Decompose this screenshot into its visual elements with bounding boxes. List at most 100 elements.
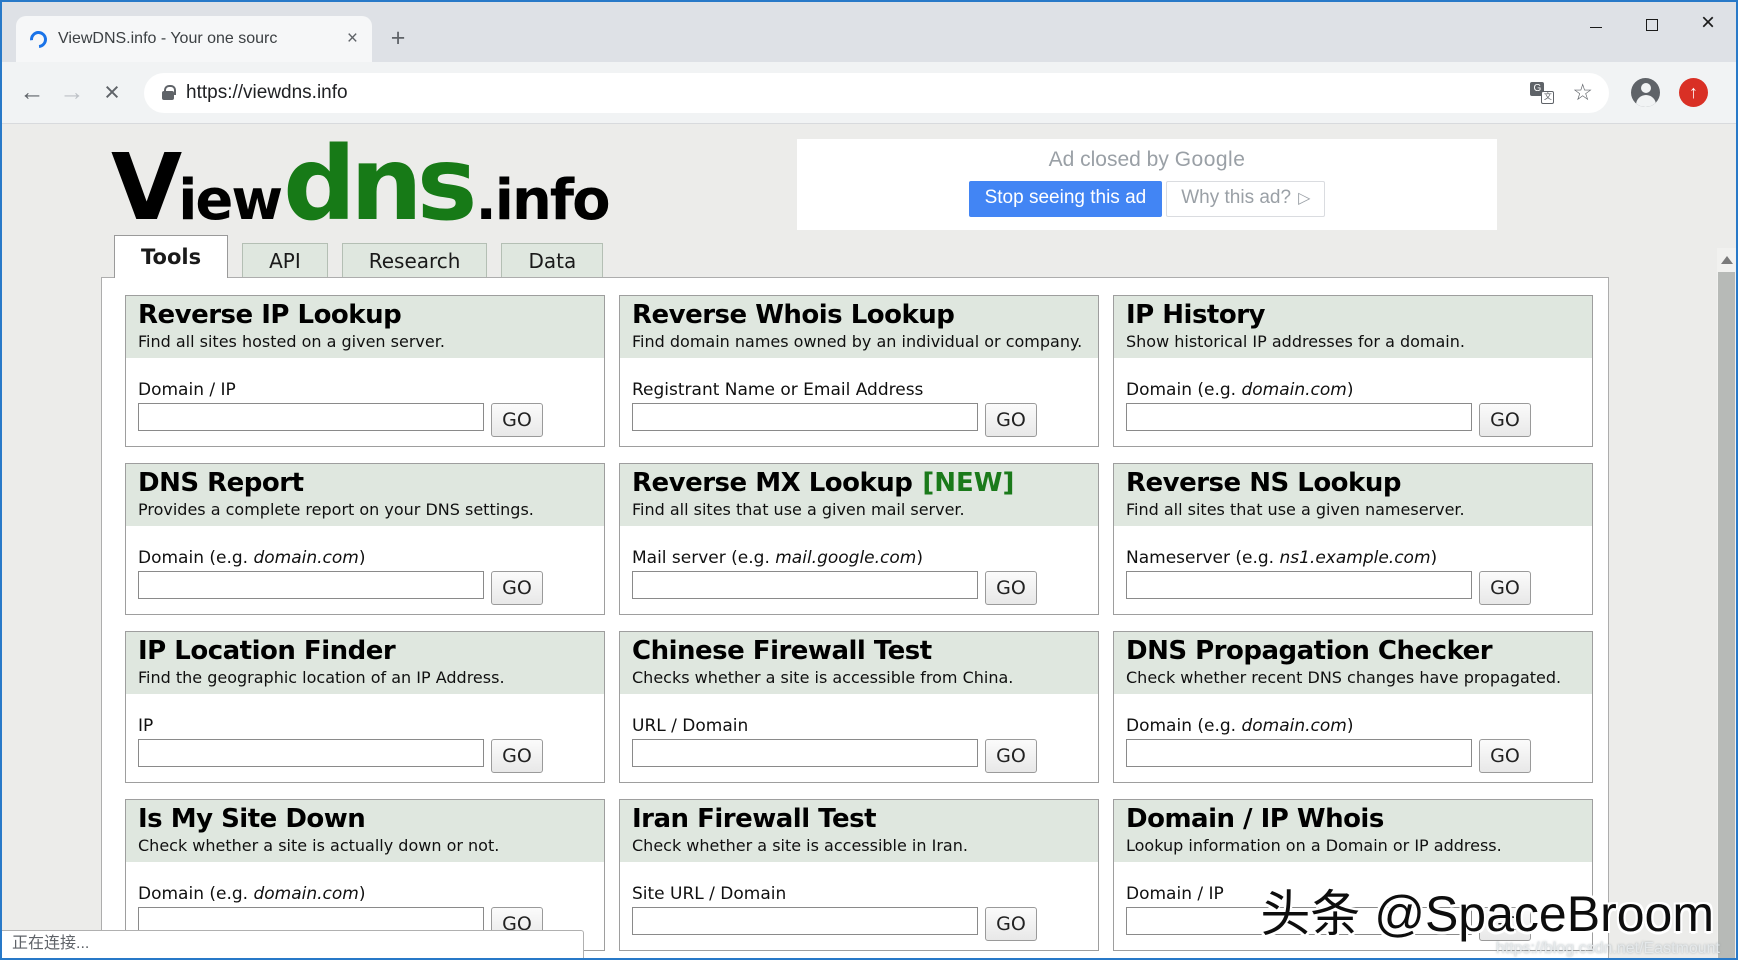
go-button[interactable]: GO	[491, 739, 543, 773]
tool-subtitle: Checks whether a site is accessible from…	[632, 668, 1086, 687]
browser-tab[interactable]: ViewDNS.info - Your one sourc ×	[16, 16, 372, 62]
bookmark-star-icon[interactable]: ☆	[1572, 79, 1593, 106]
label-prefix: Domain (e.g.	[138, 548, 253, 568]
tool-input-label: Registrant Name or Email Address	[632, 380, 1086, 400]
go-button[interactable]: GO	[985, 907, 1037, 941]
tool-card-body: Domain (e.g. domain.com) GO	[126, 548, 604, 605]
tab-tools[interactable]: Tools	[114, 235, 228, 278]
go-button[interactable]: GO	[491, 403, 543, 437]
label-example: domain.com	[1241, 380, 1346, 400]
tool-title: Iran Firewall Test	[632, 804, 876, 834]
label-prefix: Domain (e.g.	[1126, 716, 1241, 736]
label-prefix: Mail server (e.g.	[632, 548, 775, 568]
tools-panel: Reverse IP Lookup Find all sites hosted …	[101, 277, 1609, 960]
tool-card: Is My Site Down Check whether a site is …	[125, 799, 605, 951]
tool-subtitle: Provides a complete report on your DNS s…	[138, 500, 592, 519]
go-button[interactable]: GO	[985, 403, 1037, 437]
go-button[interactable]: GO	[1479, 739, 1531, 773]
tool-title: Reverse IP Lookup	[138, 300, 401, 330]
label-example: domain.com	[1241, 716, 1346, 736]
google-brand-text: Google	[1175, 148, 1246, 171]
ad-closed-text: Ad closed by Google	[797, 148, 1497, 172]
tool-input[interactable]	[1126, 739, 1472, 767]
tool-input-label: Site URL / Domain	[632, 884, 1086, 904]
back-button[interactable]: ←	[12, 78, 52, 107]
tab-research[interactable]: Research	[342, 243, 488, 278]
new-tab-button[interactable]: +	[384, 24, 412, 52]
tool-input-label: Domain (e.g. domain.com)	[1126, 380, 1580, 400]
tool-card-header: IP History Show historical IP addresses …	[1114, 296, 1592, 358]
tool-card-header: Reverse MX Lookup[NEW] Find all sites th…	[620, 464, 1098, 526]
tool-card-body: Domain (e.g. domain.com) GO	[1114, 716, 1592, 773]
translate-icon[interactable]: G 文	[1530, 82, 1554, 104]
label-prefix: Site URL / Domain	[632, 884, 786, 904]
label-example: domain.com	[253, 548, 358, 568]
go-button[interactable]: GO	[985, 739, 1037, 773]
label-suffix: )	[916, 548, 923, 568]
scrollbar-thumb[interactable]	[1718, 272, 1735, 960]
tool-card-body: Domain / IP GO	[126, 380, 604, 437]
tool-subtitle: Find all sites that use a given nameserv…	[1126, 500, 1580, 519]
go-button[interactable]: GO	[1479, 571, 1531, 605]
adchoices-icon: ▷	[1298, 188, 1310, 208]
tool-card: Reverse Whois Lookup Find domain names o…	[619, 295, 1099, 447]
site-tab-bar: Tools API Research Data	[114, 235, 603, 278]
profile-avatar-icon[interactable]	[1631, 78, 1660, 107]
browser-tabstrip: ViewDNS.info - Your one sourc × + ×	[2, 2, 1736, 62]
tool-subtitle: Find all sites that use a given mail ser…	[632, 500, 1086, 519]
tool-card: Chinese Firewall Test Checks whether a s…	[619, 631, 1099, 783]
tab-api[interactable]: API	[242, 243, 328, 278]
go-button[interactable]: GO	[985, 571, 1037, 605]
window-controls: ×	[1568, 2, 1736, 44]
tool-input[interactable]	[138, 571, 484, 599]
tool-input-label: Nameserver (e.g. ns1.example.com)	[1126, 548, 1580, 568]
label-prefix: Domain / IP	[1126, 884, 1224, 904]
tool-card-header: IP Location Finder Find the geographic l…	[126, 632, 604, 694]
tool-input[interactable]	[138, 739, 484, 767]
browser-update-icon[interactable]: ↑	[1679, 78, 1708, 107]
tool-input[interactable]	[632, 907, 978, 935]
tool-input-label: Domain (e.g. domain.com)	[138, 884, 592, 904]
why-this-ad-button[interactable]: Why this ad? ▷	[1166, 181, 1325, 217]
stop-loading-button[interactable]: ×	[92, 77, 132, 108]
tool-card-header: Reverse Whois Lookup Find domain names o…	[620, 296, 1098, 358]
page-scrollbar[interactable]	[1717, 248, 1736, 960]
go-button[interactable]: GO	[1479, 403, 1531, 437]
tool-card-header: DNS Report Provides a complete report on…	[126, 464, 604, 526]
url-text[interactable]: https://viewdns.info	[186, 82, 1530, 104]
close-button[interactable]: ×	[1680, 2, 1736, 44]
tool-card-body: IP GO	[126, 716, 604, 773]
tool-input[interactable]	[632, 739, 978, 767]
logo-part-dns: dns	[283, 139, 471, 231]
logo-part-iew: iew	[178, 176, 281, 226]
tool-input[interactable]	[138, 403, 484, 431]
tool-input[interactable]	[632, 571, 978, 599]
tool-input[interactable]	[632, 403, 978, 431]
tool-card-body: URL / Domain GO	[620, 716, 1098, 773]
label-prefix: Registrant Name or Email Address	[632, 380, 923, 400]
tool-input[interactable]	[1126, 571, 1472, 599]
maximize-icon	[1646, 19, 1658, 31]
tool-card-header: Iran Firewall Test Check whether a site …	[620, 800, 1098, 862]
maximize-button[interactable]	[1624, 2, 1680, 44]
tool-title: Reverse Whois Lookup	[632, 300, 954, 330]
address-bar[interactable]: https://viewdns.info G 文 ☆	[144, 73, 1609, 113]
tool-card-header: Is My Site Down Check whether a site is …	[126, 800, 604, 862]
tab-data[interactable]: Data	[501, 243, 603, 278]
tool-card: DNS Report Provides a complete report on…	[125, 463, 605, 615]
tools-grid: Reverse IP Lookup Find all sites hosted …	[125, 295, 1592, 951]
tool-card-header: Reverse NS Lookup Find all sites that us…	[1114, 464, 1592, 526]
tool-subtitle: Show historical IP addresses for a domai…	[1126, 332, 1580, 351]
scroll-up-icon[interactable]	[1721, 256, 1733, 264]
tool-subtitle: Check whether a site is accessible in Ir…	[632, 836, 1086, 855]
tab-close-icon[interactable]: ×	[343, 28, 362, 50]
stop-seeing-ad-button[interactable]: Stop seeing this ad	[969, 181, 1163, 217]
tool-input[interactable]	[1126, 403, 1472, 431]
logo-part-v: V	[111, 147, 178, 230]
forward-button[interactable]: →	[52, 78, 92, 107]
label-prefix: Nameserver (e.g.	[1126, 548, 1279, 568]
minimize-button[interactable]	[1568, 2, 1624, 44]
go-button[interactable]: GO	[491, 571, 543, 605]
tool-input-label: IP	[138, 716, 592, 736]
watermark-text: 头条 @SpaceBroom	[1260, 874, 1714, 946]
